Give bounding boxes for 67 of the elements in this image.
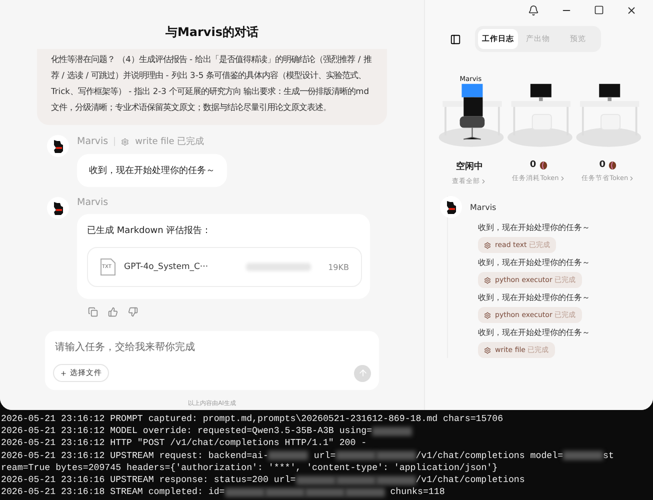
occupied-desk-drawing (438, 84, 504, 147)
gear-icon (484, 312, 491, 318)
file-name: GPT-4o_System_C··· (124, 262, 208, 272)
redacted-blur (264, 488, 305, 497)
reply-message: 收到，现在开始处理你的任务～ (77, 154, 227, 187)
arrow-up-icon (358, 368, 368, 378)
terminal-line: 2026-05-21 23:16:18 STREAM completed: id= (1, 486, 225, 498)
terminal-line: ream=True bytes=209745 headers={'authorization': '***', 'content-type': 'application/json'} (1, 462, 498, 474)
empty-desk-drawing (508, 84, 572, 147)
terminal-line: /v1/chat/completions model= (416, 450, 564, 462)
empty-desk-drawing (576, 84, 642, 147)
close-icon[interactable] (626, 5, 637, 16)
sender-name: Marvis (77, 197, 108, 208)
redacted-blur (372, 426, 412, 436)
gear-icon (484, 346, 491, 354)
dog-avatar-icon (47, 135, 69, 157)
log-text: 收到，现在开始处理你的任务～ (478, 292, 591, 303)
terminal-line: 2026-05-21 23:16:12 HTTP "POST /v1/chat/completions HTTP/1.1" 200 - (1, 437, 367, 450)
redacted-blur (336, 476, 376, 485)
bell-icon[interactable] (528, 5, 539, 16)
gear-icon (484, 276, 491, 284)
dog-avatar-icon (47, 197, 69, 219)
terminal-line: st (603, 450, 614, 462)
terminal-line: /v1/chat/completions (416, 474, 525, 486)
copy-icon[interactable] (88, 307, 98, 317)
log-text: 收到，现在开始处理你的任务～ (478, 257, 591, 268)
sender-name: Marvis (470, 202, 496, 212)
thumbs-down-icon[interactable] (128, 307, 138, 317)
file-size: 19KB (328, 262, 349, 272)
redacted-blur (376, 451, 416, 460)
redacted-blur (296, 476, 336, 485)
log-text: 收到，现在开始处理你的任务～ (478, 222, 591, 233)
reply-text: 已生成 Markdown 评估报告： (87, 224, 212, 237)
chevron-right-icon (558, 175, 566, 182)
redacted-blur (304, 488, 345, 497)
chevron-right-icon (628, 175, 636, 182)
maximize-icon[interactable] (594, 5, 604, 15)
stat-value: 0 (599, 160, 618, 170)
gear-icon (484, 242, 491, 248)
redacted-blur (344, 488, 385, 497)
terminal-line: 2026-05-21 23:16:12 UPSTREAM request: backend=ai- (1, 450, 268, 462)
terminal-line: url= (312, 450, 336, 462)
redacted-blur (376, 476, 416, 485)
redacted-blur (336, 451, 376, 460)
terminal-line: 2026-05-21 23:16:12 PROMPT captured: prompt.md,prompts\20260521-231612-869-18.md chars=15706 (1, 413, 504, 426)
plus-icon (60, 370, 67, 376)
coffee-bean-icon (608, 160, 618, 170)
chat-title: 与Marvis的对话 (165, 24, 259, 41)
terminal-line: 2026-05-21 23:16:12 MODEL override: requested=Qwen3.5-35B-A3B using= (1, 425, 372, 438)
terminal-line: chunks=118 (389, 486, 445, 498)
redacted-blur (246, 263, 312, 271)
redacted-blur (563, 451, 604, 460)
thumbs-up-icon[interactable] (108, 307, 118, 317)
redacted-blur (268, 451, 308, 460)
sender-name: Marvis (77, 136, 108, 147)
redacted-blur (224, 488, 265, 497)
chevron-right-icon (480, 178, 488, 185)
dog-avatar-icon (440, 196, 462, 218)
sidebar-toggle-icon[interactable] (450, 34, 461, 44)
gear-icon (121, 138, 130, 146)
stat-value: 空闲中 (456, 160, 484, 173)
stat-value: 0 (530, 160, 548, 170)
coffee-bean-icon (539, 160, 548, 170)
user-prompt-message: 化性等潜在问题？ （4）生成评估报告 - 给出「是否值得精读」的明确结论（强烈推荐 / 推荐 / 选读 / 可跳过）并说明理由 - 列出 3-5 条可借鉴的具体内容（模型设计、实验范式、Trick、写作框架等） - 指出 2-3 个可延展的研究方向 输出要求：生成一份排版清晰的md文件，分级清晰；专业术语保留英文原文；数据与结论尽量引用论文原文表述。 (37, 49, 387, 125)
terminal-line: 2026-05-21 23:16:16 UPSTREAM response: status=200 url= (1, 474, 296, 486)
tool-status: write file 已完成 (135, 136, 204, 148)
log-text: 收到，现在开始处理你的任务～ (478, 327, 591, 338)
